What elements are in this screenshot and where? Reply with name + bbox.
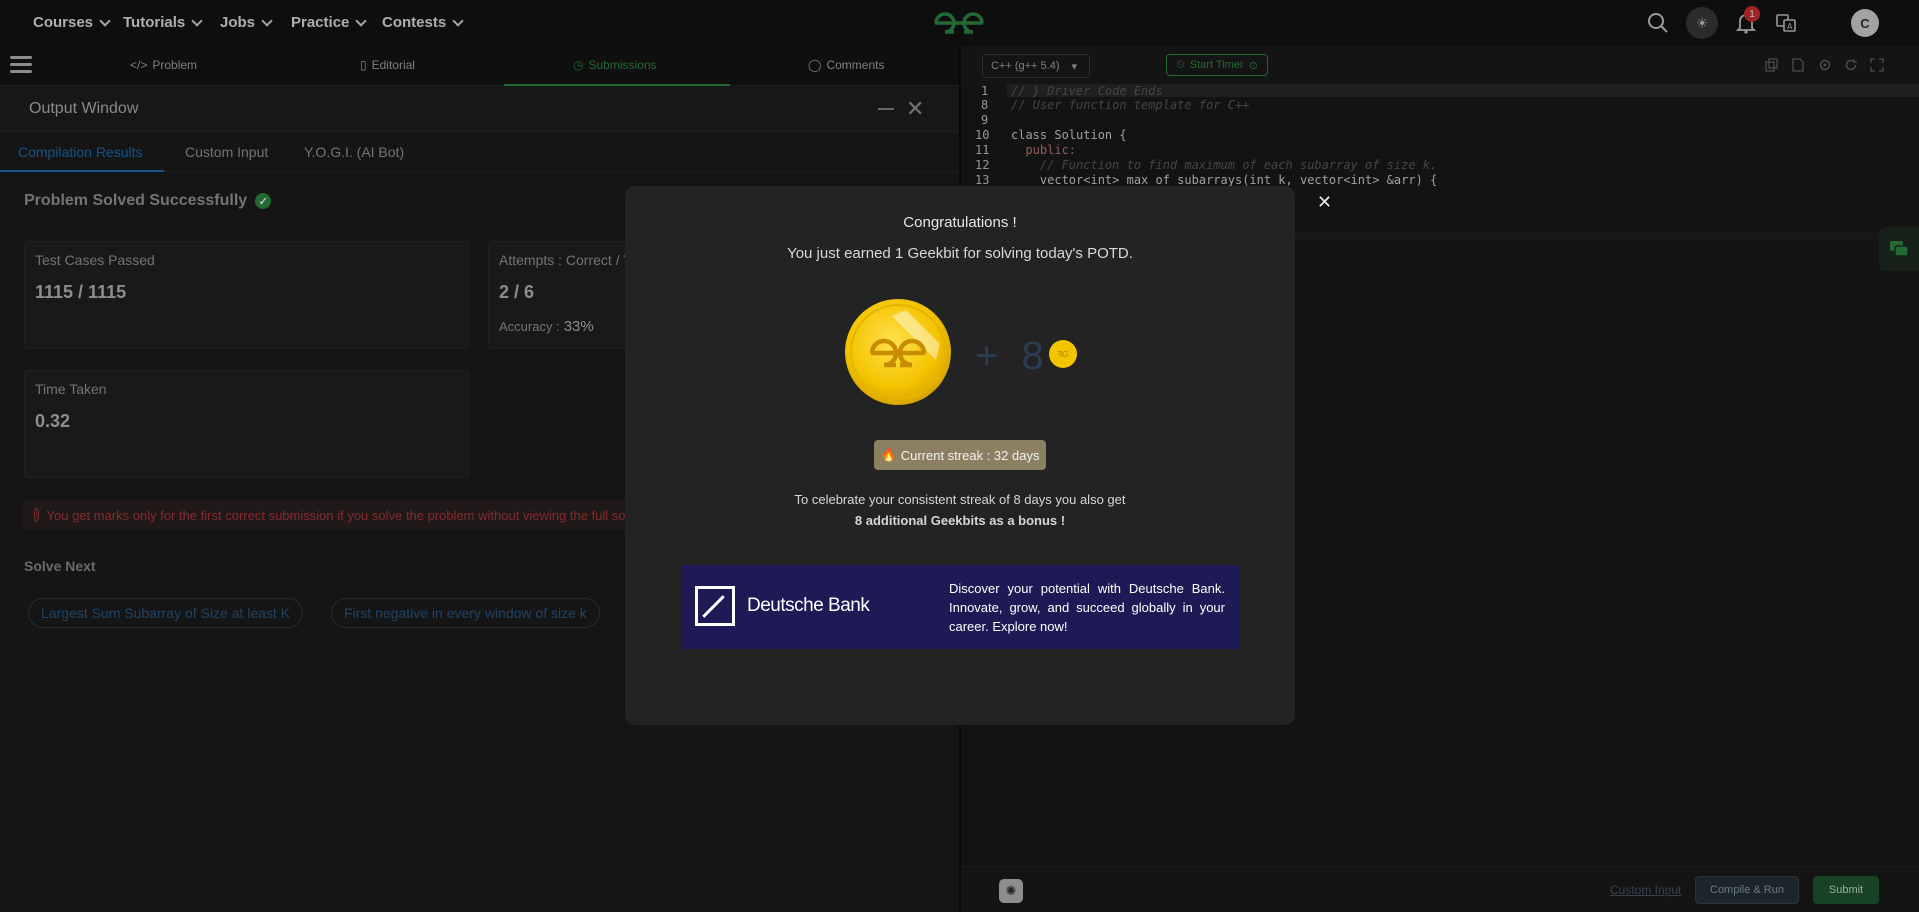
celebrate-text: To celebrate your consistent streak of 8… bbox=[625, 489, 1295, 531]
deutsche-bank-ad[interactable]: Deutsche Bank Discover your potential wi… bbox=[681, 565, 1239, 649]
ad-text: Discover your potential with Deutsche Ba… bbox=[949, 581, 1225, 634]
mini-coin-icon: ꟻG bbox=[1049, 340, 1077, 368]
fire-icon: 🔥 bbox=[880, 447, 897, 462]
close-icon[interactable]: ✕ bbox=[1317, 192, 1332, 213]
congrats-modal: ✕ Congratulations ! You just earned 1 Ge… bbox=[625, 186, 1332, 725]
bonus-amount: + 8 bbox=[975, 334, 1050, 378]
streak-badge: 🔥 Current streak : 32 days bbox=[874, 440, 1046, 470]
geekbit-coin-icon bbox=[845, 299, 951, 405]
modal-title: Congratulations ! bbox=[903, 214, 1017, 231]
deutsche-bank-logo-icon bbox=[695, 586, 735, 626]
celebrate-line-2: 8 additional Geekbits as a bonus ! bbox=[854, 513, 1066, 528]
app-root: Courses Tutorials Jobs Practice Contests… bbox=[0, 0, 1919, 912]
celebrate-line-1: To celebrate your consistent streak of 8… bbox=[794, 492, 1126, 507]
ad-brand: Deutsche Bank bbox=[747, 595, 870, 616]
streak-text: Current streak : 32 days bbox=[900, 447, 1040, 463]
modal-subtitle: You just earned 1 Geekbit for solving to… bbox=[787, 245, 1133, 262]
